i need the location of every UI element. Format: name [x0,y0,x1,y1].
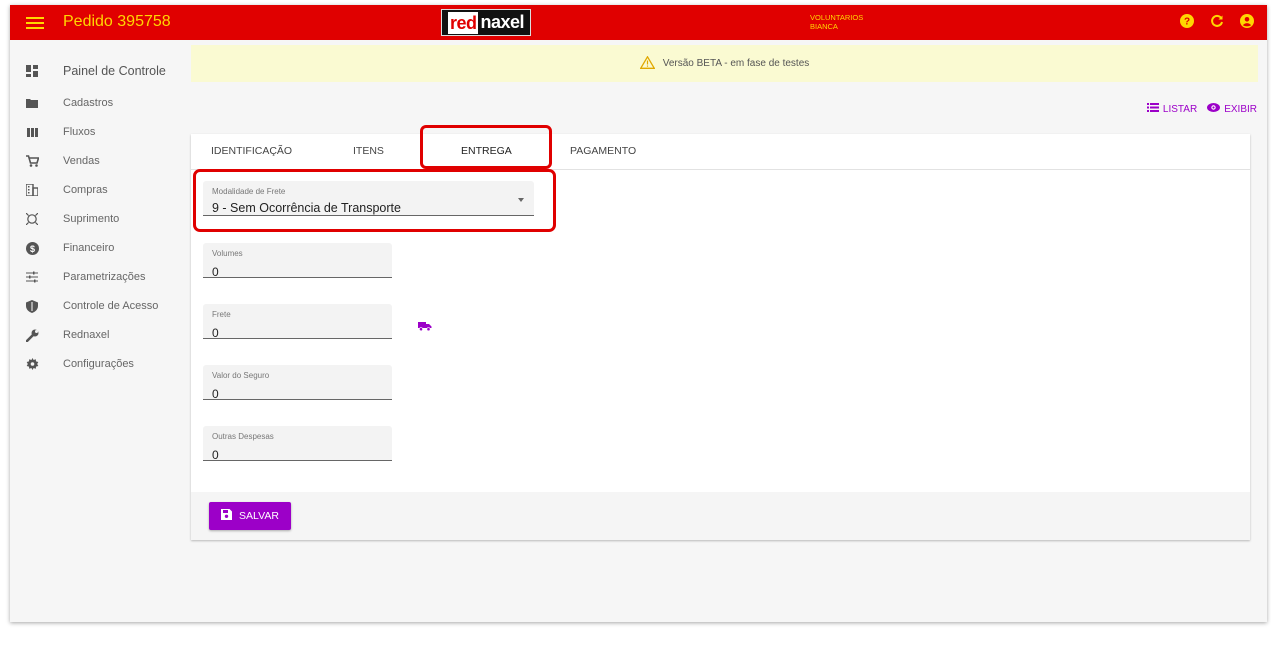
select-highlight-box [193,169,556,232]
sidebar-item-painel-de-controle[interactable]: Painel de Controle [10,59,190,83]
top-icons: ? [1179,13,1255,29]
save-label: SALVAR [239,510,279,522]
sidebar: Painel de Controle Cadastros Fluxos Vend… [10,40,190,622]
view-button[interactable]: EXIBIR [1207,103,1257,115]
card-footer: SALVAR [191,492,1250,540]
sliders-icon [25,270,39,284]
save-button[interactable]: SALVAR [209,502,291,530]
sidebar-item-label: Compras [63,184,108,196]
sidebar-item-label: Cadastros [63,97,114,109]
building-icon [25,183,39,197]
account-icon[interactable] [1239,13,1255,29]
tab-itens[interactable]: ITENS [353,145,384,157]
order-card: IDENTIFICAÇÃO ITENS ENTREGA PAGAMENTO Mo… [191,125,1250,540]
sidebar-item-label: Parametrizações [63,271,146,283]
help-icon[interactable]: ? [1179,13,1195,29]
menu-icon[interactable] [26,14,44,30]
sidebar-item-label: Configurações [63,358,134,370]
sidebar-item-financeiro[interactable]: $ Financeiro [10,236,190,260]
app-window: Pedido 395758 red naxel VOLUNTARIOS BIANC… [10,5,1267,622]
volumes-value: 0 [212,265,219,279]
sidebar-item-fluxos[interactable]: Fluxos [10,120,190,144]
insurance-field[interactable]: Valor do Seguro 0 [203,365,392,401]
user-name: BIANCA [810,22,838,31]
sidebar-item-compras[interactable]: Compras [10,178,190,202]
supply-icon [25,212,39,226]
other-expenses-field[interactable]: Outras Despesas 0 [203,426,392,462]
eye-icon [1207,103,1221,115]
sidebar-item-label: Fluxos [63,126,96,138]
rednaxel-logo[interactable]: red naxel [441,9,531,36]
sidebar-item-label: Rednaxel [63,329,110,341]
freight-value: 0 [212,326,219,340]
sidebar-item-controle-de-acesso[interactable]: Controle de Acesso [10,294,190,318]
freight-field[interactable]: Frete 0 [203,304,392,340]
sidebar-item-label: Controle de Acesso [63,300,159,312]
insurance-label: Valor do Seguro [212,371,270,380]
svg-text:$: $ [29,244,34,254]
view-actions: LISTAR EXIBIR [1146,103,1257,115]
volumes-field[interactable]: Volumes 0 [203,243,392,279]
list-icon [1146,103,1159,115]
top-bar: Pedido 395758 red naxel VOLUNTARIOS BIANC… [10,5,1267,40]
view-label: EXIBIR [1224,103,1257,115]
gear-icon [25,357,39,371]
list-label: LISTAR [1162,103,1198,115]
user-info: VOLUNTARIOS BIANCA [810,13,863,31]
tab-highlight-box [420,125,552,169]
tab-bar: IDENTIFICAÇÃO ITENS ENTREGA PAGAMENTO [191,125,1250,170]
sidebar-item-rednaxel[interactable]: Rednaxel [10,323,190,347]
sidebar-item-suprimento[interactable]: Suprimento [10,207,190,231]
folder-icon [25,96,39,110]
money-icon: $ [25,241,39,255]
other-expenses-label: Outras Despesas [212,432,274,441]
svg-text:?: ? [1184,17,1190,28]
sidebar-item-label: Painel de Controle [63,64,166,78]
list-button[interactable]: LISTAR [1146,103,1198,115]
columns-icon [25,125,39,139]
sidebar-item-label: Financeiro [63,242,115,254]
page-title: Pedido 395758 [63,13,171,30]
sidebar-item-cadastros[interactable]: Cadastros [10,91,190,115]
other-expenses-value: 0 [212,448,219,462]
sidebar-item-label: Suprimento [63,213,120,225]
insurance-value: 0 [212,387,219,401]
sidebar-item-configuracoes[interactable]: Configurações [10,352,190,376]
cart-icon [25,154,39,168]
shield-icon [25,299,39,313]
freight-label: Frete [212,310,231,319]
tab-identificacao[interactable]: IDENTIFICAÇÃO [211,145,292,157]
beta-banner: Versão BETA - em fase de testes [191,45,1258,82]
wrench-icon [25,328,39,342]
save-icon [221,509,233,523]
volumes-label: Volumes [212,249,243,258]
logo-rest-text: naxel [480,12,525,32]
tab-pagamento[interactable]: PAGAMENTO [570,145,636,157]
beta-banner-text: Versão BETA - em fase de testes [662,58,810,69]
sidebar-item-vendas[interactable]: Vendas [10,149,190,173]
warning-icon [639,55,656,72]
user-company: VOLUNTARIOS [810,13,864,22]
logo-red-text: red [447,11,479,34]
refresh-icon[interactable] [1209,13,1225,29]
sidebar-item-label: Vendas [63,155,100,167]
sidebar-item-parametrizacoes[interactable]: Parametrizações [10,265,190,289]
truck-icon[interactable] [418,318,432,336]
dashboard-icon [25,64,39,78]
